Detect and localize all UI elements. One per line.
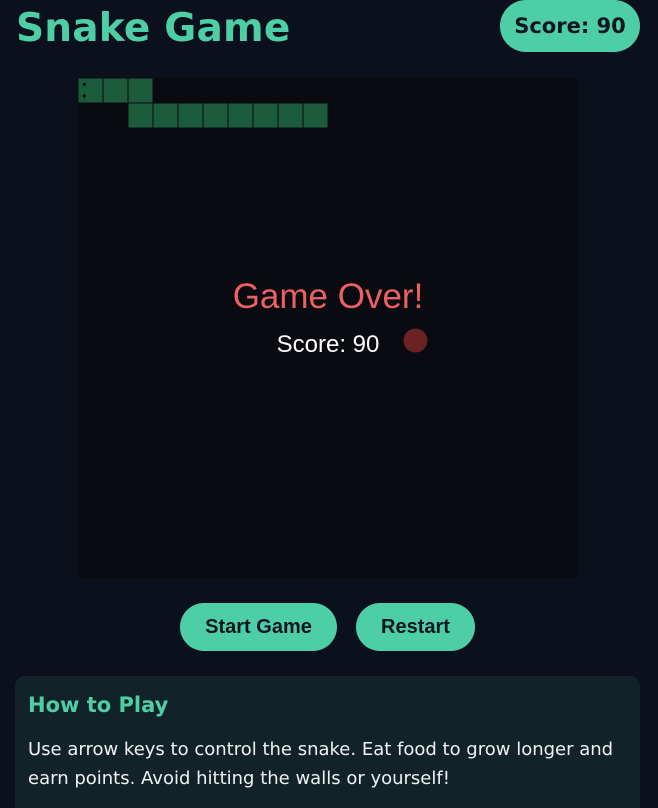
snake-segment — [153, 103, 178, 128]
snake-segment — [203, 103, 228, 128]
snake-segment — [303, 103, 328, 128]
food-item — [403, 328, 428, 353]
snake-segment — [128, 78, 153, 103]
how-to-play-heading: How to Play — [28, 693, 169, 717]
snake-segment — [228, 103, 253, 128]
snake-head — [78, 78, 103, 103]
snake-segment — [278, 103, 303, 128]
how-to-play-text: Use arrow keys to control the snake. Eat… — [28, 739, 614, 789]
how-to-play-panel: How to Play Use arrow keys to control th… — [15, 676, 640, 808]
restart-button[interactable]: Restart — [356, 603, 475, 651]
game-board[interactable]: Game Over! Score: 90 — [78, 78, 578, 578]
game-controls: Start Game Restart — [0, 603, 658, 651]
start-game-button[interactable]: Start Game — [180, 603, 337, 651]
score-badge: Score: 90 — [500, 0, 640, 52]
snake-segment — [253, 103, 278, 128]
snake-segment — [178, 103, 203, 128]
snake — [78, 78, 328, 128]
snake-segment — [103, 78, 128, 103]
page-title: Snake Game — [16, 6, 291, 51]
final-score-text: Score: 90 — [277, 331, 380, 358]
snake-eye — [82, 82, 86, 86]
game-page: Snake Game Score: 90 Game Over! Score: 9… — [0, 0, 658, 808]
snake-eye — [82, 94, 86, 98]
game-canvas[interactable]: Game Over! Score: 90 — [78, 78, 578, 578]
game-over-message: Game Over! — [233, 277, 424, 316]
snake-segment — [128, 103, 153, 128]
